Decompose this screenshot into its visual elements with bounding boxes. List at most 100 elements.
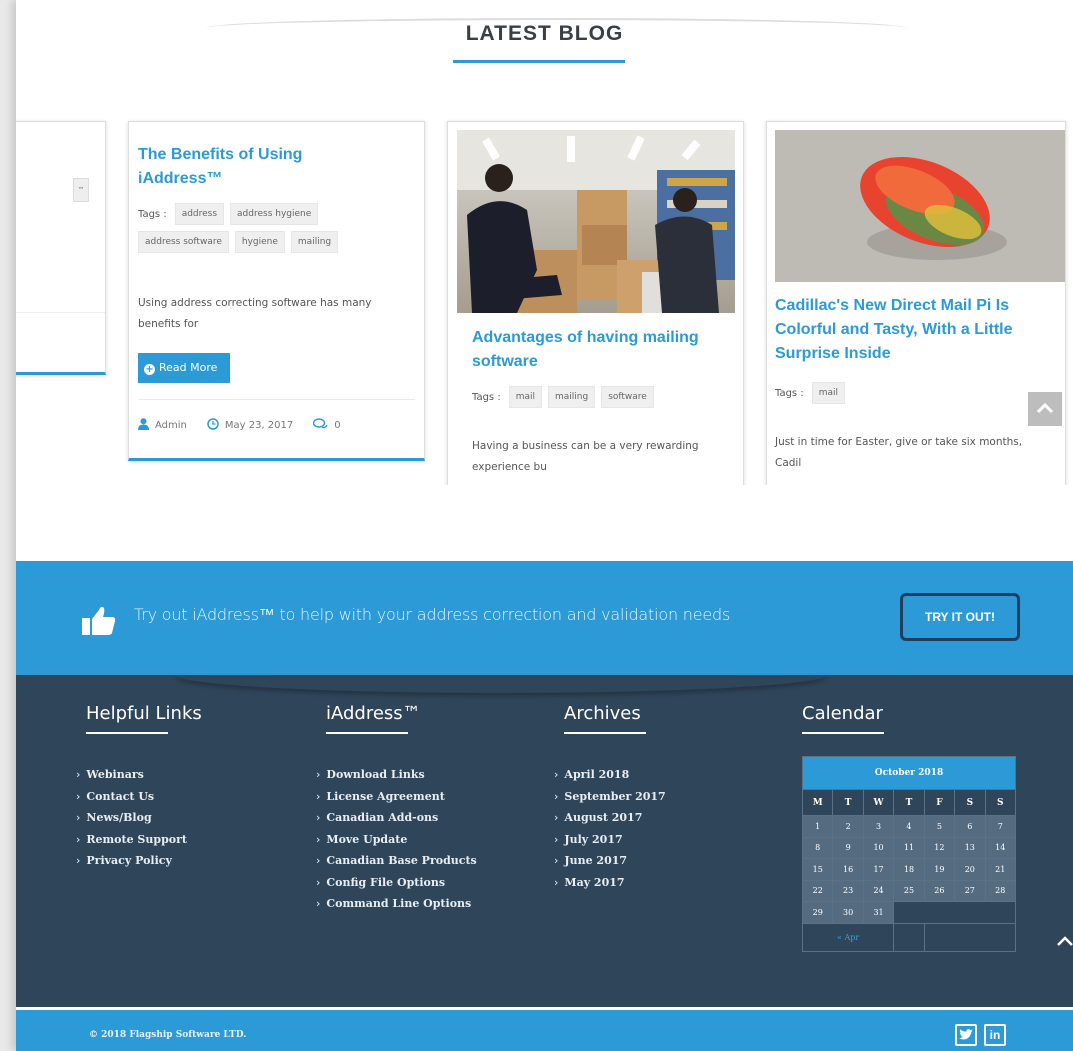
footer-link[interactable]: › Move Update <box>316 829 477 851</box>
calendar-day: 10 <box>862 836 895 859</box>
tag[interactable]: mail <box>508 386 542 408</box>
footer-link[interactable]: › Privacy Policy <box>76 850 202 872</box>
tag-list: Tags : mail mailing software <box>472 386 732 408</box>
tag[interactable]: mailing <box>290 231 339 253</box>
weekday: F <box>923 789 956 816</box>
footer-link[interactable]: › Config File Options <box>316 872 477 894</box>
footer-column-helpful-links: Helpful Links › Webinars › Contact Us › New… <box>76 703 202 872</box>
calendar-day: 8 <box>801 836 834 859</box>
footer-column-iaddress: iAddress™ › Download Links › License Agree… <box>316 703 477 915</box>
footer-link[interactable]: › Remote Support <box>76 829 202 851</box>
title-underline <box>564 732 646 734</box>
tag[interactable]: hygiene <box>234 231 285 253</box>
tag[interactable]: software <box>601 386 654 408</box>
calendar-week: 15 16 17 18 19 20 21 <box>801 858 1017 881</box>
copyright-bar: © 2018 Flagship Software LTD. t in <box>16 1007 1073 1051</box>
blog-card-image[interactable] <box>775 130 1065 282</box>
archive-link[interactable]: › August 2017 <box>554 807 666 829</box>
tag[interactable]: mail <box>811 382 845 404</box>
footer-link[interactable]: › Canadian Base Products <box>316 850 477 872</box>
user-icon <box>138 418 149 433</box>
footer-link[interactable]: › Download Links <box>316 764 477 786</box>
comment-count[interactable]: 0 <box>334 420 340 431</box>
calendar-day: 9 <box>832 836 864 859</box>
scroll-to-top-button[interactable] <box>1028 392 1062 426</box>
section-divider-curve <box>176 675 826 693</box>
tags-label: Tags : <box>775 387 804 399</box>
title-underline <box>453 60 625 63</box>
calendar-day: 15 <box>801 858 834 881</box>
title-underline <box>326 732 408 734</box>
calendar-nav: « Apr <box>801 922 1017 952</box>
post-author[interactable]: Admin <box>155 420 187 431</box>
archive-link[interactable]: › June 2017 <box>554 850 666 872</box>
weekday: S <box>954 789 986 816</box>
blog-card-image[interactable] <box>457 130 735 313</box>
footer: Helpful Links › Webinars › Contact Us › New… <box>16 675 1073 1007</box>
tag[interactable]: address software <box>138 231 229 253</box>
footer-column-calendar: Calendar <box>802 703 884 734</box>
page: LATEST BLOG ™ The Benefits of Using iAdd… <box>16 0 1073 1051</box>
calendar-day: 28 <box>984 879 1017 902</box>
blog-card-excerpt: Just in time for Easter, give or take si… <box>775 436 1023 469</box>
calendar-day: 2 <box>832 815 864 838</box>
calendar-day: 21 <box>984 858 1017 881</box>
post-date: May 23, 2017 <box>224 420 294 431</box>
calendar-day: 20 <box>954 858 986 881</box>
tags-label: Tags : <box>138 208 167 220</box>
calendar-day: 1 <box>801 815 834 838</box>
blog-card-title[interactable]: Advantages of having mailing software <box>472 326 732 374</box>
blog-card-title[interactable]: Cadillac's New Direct Mail Pi Is Colorfu… <box>775 294 1065 366</box>
calendar-day: 24 <box>862 879 895 902</box>
calendar-week: 22 23 24 25 26 27 28 <box>801 879 1017 902</box>
twitter-icon[interactable]: t <box>955 1024 977 1046</box>
calendar-week: 8 9 10 11 12 13 14 <box>801 836 1017 859</box>
archive-link[interactable]: › September 2017 <box>554 786 666 808</box>
tag[interactable]: mailing <box>547 386 596 408</box>
blog-card-title[interactable]: The Benefits of Using iAddress™ <box>138 143 388 191</box>
blog-card: Advantages of having mailing software Ta… <box>447 121 744 485</box>
try-it-out-button[interactable]: TRY IT OUT! <box>900 593 1020 641</box>
calendar-day: 29 <box>801 901 834 924</box>
calendar-day: 13 <box>954 836 986 859</box>
calendar-day: 14 <box>984 836 1017 859</box>
calendar-day: 16 <box>832 858 864 881</box>
footer-link-list: › Download Links › License Agreement › Cana… <box>316 764 477 915</box>
archive-link[interactable]: › July 2017 <box>554 829 666 851</box>
tag[interactable]: address hygiene <box>230 203 319 225</box>
footer-link[interactable]: › License Agreement <box>316 786 477 808</box>
linkedin-icon[interactable]: in <box>984 1024 1006 1046</box>
calendar-next-link <box>923 922 1017 952</box>
clock-icon <box>207 418 219 433</box>
calendar-week: 29 30 31 <box>801 901 1016 924</box>
footer-link[interactable]: › Webinars <box>76 764 202 786</box>
post-meta: Admin May 23, 2017 0 <box>138 418 341 433</box>
tag[interactable]: address <box>174 203 225 225</box>
blog-card: Cadillac's New Direct Mail Pi Is Colorfu… <box>766 121 1066 485</box>
calendar-month: October 2018 <box>802 756 1016 790</box>
footer-link-list: › Webinars › Contact Us › News/Blog › Remote… <box>76 764 202 872</box>
calendar-day: 23 <box>832 879 864 902</box>
calendar-day: 31 <box>862 901 895 924</box>
footer-link[interactable]: › Contact Us <box>76 786 202 808</box>
copyright-text: © 2018 Flagship Software LTD. <box>89 1030 247 1040</box>
archive-link[interactable]: › April 2018 <box>554 764 666 786</box>
tags-label: Tags : <box>472 391 501 403</box>
calendar-day: 18 <box>893 858 925 881</box>
read-more-button[interactable]: + Read More <box>138 353 230 383</box>
footer-link[interactable]: › Canadian Add-ons <box>316 807 477 829</box>
scroll-to-top-button[interactable] <box>1050 920 1073 960</box>
footer-link[interactable]: › News/Blog <box>76 807 202 829</box>
cta-banner: Try out iAddress™ to help with your addr… <box>16 561 1073 675</box>
footer-link[interactable]: › Command Line Options <box>316 893 477 915</box>
read-more-label: Read More <box>159 361 218 374</box>
comments-icon <box>313 418 328 433</box>
title-underline <box>802 732 884 734</box>
card-divider <box>138 399 415 400</box>
weekday: T <box>893 789 925 816</box>
calendar-weekdays: M T W T F S S <box>801 789 1017 816</box>
footer-column-title: Helpful Links <box>86 703 202 724</box>
calendar-day: 17 <box>862 858 895 881</box>
archive-link[interactable]: › May 2017 <box>554 872 666 894</box>
calendar-prev-link[interactable]: « Apr <box>801 922 895 952</box>
